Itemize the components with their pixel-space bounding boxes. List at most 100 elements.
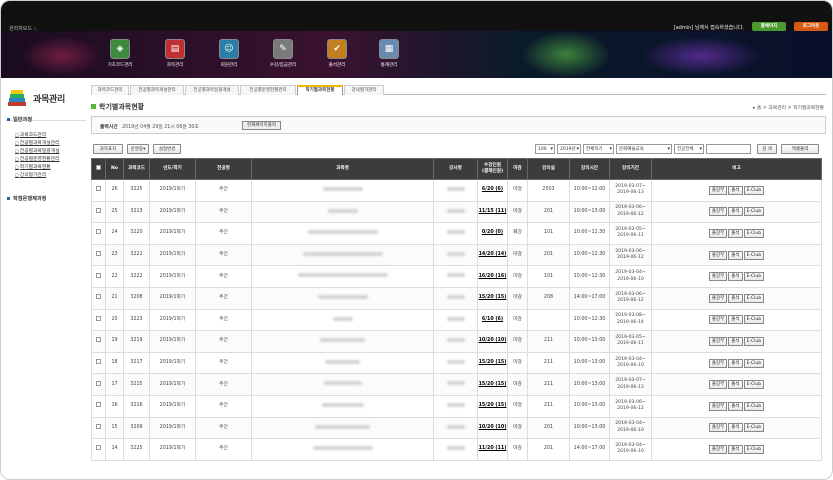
eclub-button[interactable]: E-Club [743, 358, 765, 368]
table-row[interactable]: 17 3215 2019/1학기 주간 15/20 (15) 마감 211 10:00~13:… [91, 373, 822, 396]
checkbox[interactable] [96, 251, 101, 257]
enroll-link[interactable]: 15/20 (15) [479, 403, 507, 408]
nav-item[interactable]: ◈ 기초코드관리 [96, 39, 144, 73]
enroll-link[interactable]: 10/20 (10) [479, 425, 507, 430]
cell-enroll[interactable]: 15/20 (15) [477, 286, 508, 310]
sidebar-item[interactable]: 강의평가관리 [15, 171, 46, 178]
enroll-link[interactable]: 6/10 (6) [482, 317, 503, 322]
select-all-checkbox[interactable] [91, 158, 106, 180]
checkbox[interactable] [96, 165, 101, 170]
sidebar-item[interactable]: 전공별과목개설관리 [15, 139, 60, 146]
checkbox[interactable] [96, 337, 101, 343]
sidebar-section-general[interactable]: 일반과정 [7, 116, 32, 123]
cell-enroll[interactable]: 11/20 (11) [477, 438, 508, 461]
checkbox[interactable] [96, 380, 101, 386]
row-checkbox-cell[interactable] [91, 330, 106, 353]
eclub-button[interactable]: E-Club [743, 336, 765, 346]
cell-enroll[interactable]: 15/20 (15) [477, 394, 508, 418]
lecture-log-button[interactable]: 출강부 [708, 185, 728, 195]
enroll-link[interactable]: 0/20 (0) [482, 230, 503, 235]
eclub-button[interactable]: E-Club [743, 207, 765, 217]
eclub-button[interactable]: E-Club [743, 293, 765, 303]
search-input[interactable] [706, 144, 751, 154]
checkbox[interactable] [96, 186, 101, 192]
table-row[interactable]: 21 3208 2019/1학기 주간 15/20 (15) 마감 208 14:00~17:… [91, 286, 822, 310]
nav-item[interactable]: ☺ 회원관리 [205, 39, 253, 73]
lecture-log-button[interactable]: 출강부 [708, 250, 728, 260]
sidebar-item[interactable]: 과목코드관리 [15, 131, 46, 138]
logout-button[interactable]: 로그아웃 [794, 22, 828, 31]
tab-subject-code[interactable]: 과목코드관리 [91, 85, 129, 95]
enroll-link[interactable]: 11/20 (11) [479, 446, 507, 451]
attendance-button[interactable]: 출석 [728, 444, 743, 454]
enroll-link[interactable]: 15/20 (15) [479, 295, 507, 300]
lecture-log-button[interactable]: 출강부 [708, 380, 728, 390]
eclub-button[interactable]: E-Club [743, 185, 765, 195]
table-row[interactable]: 18 3217 2019/1학기 주간 15/20 (15) 마감 211 10:00~13:… [91, 351, 822, 375]
status-filter-button[interactable]: 운영중▾ [127, 144, 149, 154]
table-row[interactable]: 14 3225 2019/1학기 주간 11/20 (11) 마감 201 14:00~17:… [91, 438, 822, 461]
eclub-button[interactable]: E-Club [743, 315, 765, 325]
table-row[interactable]: 23 3221 2019/1학기 주간 14/20 (14) 마감 201 10:00~12:… [91, 243, 822, 267]
search-button[interactable]: 검 색 [757, 144, 777, 154]
row-checkbox-cell[interactable] [91, 265, 106, 288]
subject-cover-button[interactable]: 과목표지 [93, 144, 123, 154]
row-checkbox-cell[interactable] [91, 308, 106, 332]
checkbox[interactable] [96, 445, 101, 451]
lecture-log-button[interactable]: 출강부 [708, 228, 728, 238]
eclub-button[interactable]: E-Club [743, 272, 765, 282]
enroll-link[interactable]: 10/20 (10) [479, 338, 507, 343]
page-size-select[interactable]: 100 [535, 144, 555, 154]
tab-lecture-eval[interactable]: 강의평가관리 [344, 85, 384, 95]
nav-item[interactable]: ✎ 수강/입금관리 [259, 39, 307, 73]
term-select[interactable]: 전체학기 [583, 144, 614, 154]
row-checkbox-cell[interactable] [91, 416, 106, 440]
enroll-link[interactable]: 11/15 (11) [479, 209, 507, 214]
table-row[interactable]: 25 3213 2019/1학기 주간 11/15 (11) 마감 201 10:00~13:… [91, 200, 822, 224]
row-checkbox-cell[interactable] [91, 394, 106, 418]
sidebar-section-credit-bank[interactable]: 학점은행제과정 [7, 195, 46, 202]
tab-bulk-open[interactable]: 전공별과목일괄개설 [185, 85, 239, 95]
attendance-button[interactable]: 출석 [728, 358, 743, 368]
print-page-button[interactable]: 현재페이지출력 [242, 121, 281, 130]
enroll-link[interactable]: 16/20 (16) [479, 274, 507, 279]
table-row[interactable]: 16 3216 2019/1학기 주간 15/20 (15) 마감 211 10:00~13:… [91, 394, 822, 418]
enroll-link[interactable]: 15/20 (15) [479, 382, 507, 387]
cell-enroll[interactable]: 0/20 (0) [477, 222, 508, 245]
cell-enroll[interactable]: 14/20 (14) [477, 243, 508, 267]
enroll-link[interactable]: 14/20 (14) [479, 252, 507, 257]
tab-major-open[interactable]: 전공별과목개설관리 [130, 85, 184, 95]
tab-operation-status[interactable]: 전공별운영현황관리 [240, 85, 296, 95]
checkbox[interactable] [96, 423, 101, 429]
lecture-log-button[interactable]: 출강부 [708, 358, 728, 368]
attendance-button[interactable]: 출석 [728, 228, 743, 238]
cell-enroll[interactable]: 11/15 (11) [477, 200, 508, 224]
eclub-button[interactable]: E-Club [743, 250, 765, 260]
table-row[interactable]: 24 3220 2019/1학기 주간 0/20 (0) 폐강 101 10:00~12:30… [91, 222, 822, 245]
row-checkbox-cell[interactable] [91, 200, 106, 224]
attendance-button[interactable]: 출석 [728, 401, 743, 411]
cell-enroll[interactable]: 15/20 (15) [477, 351, 508, 375]
sidebar-item[interactable]: 학기별과목현황 [15, 163, 51, 170]
checkbox[interactable] [96, 402, 101, 408]
nav-item[interactable]: ▦ 통계관리 [365, 39, 413, 73]
department-select[interactable]: 문화예술교육 [616, 144, 672, 154]
sidebar-item[interactable]: 전공별운영현황관리 [15, 155, 60, 162]
tab-semester-status[interactable]: 학기별과목현황 [297, 85, 343, 95]
enroll-link[interactable]: 6/20 (6) [482, 187, 503, 192]
checkbox[interactable] [96, 207, 101, 213]
attendance-button[interactable]: 출석 [728, 423, 743, 433]
eclub-button[interactable]: E-Club [743, 423, 765, 433]
excel-export-button[interactable]: 엑셀출력 [781, 144, 819, 154]
lecture-log-button[interactable]: 출강부 [708, 336, 728, 346]
checkbox[interactable] [96, 294, 101, 300]
eclub-button[interactable]: E-Club [743, 228, 765, 238]
nav-item[interactable]: ✔ 출석관리 [313, 39, 361, 73]
table-row[interactable]: 26 3225 2019/1학기 주간 6/20 (6) 마감 2503 10:00~12:0… [91, 179, 822, 202]
nav-item[interactable]: ▤ 과목관리 [151, 39, 199, 73]
lecture-log-button[interactable]: 출강부 [708, 272, 728, 282]
table-row[interactable]: 15 3209 2019/1학기 주간 10/20 (10) 마감 201 10:00~13:… [91, 416, 822, 440]
lecture-log-button[interactable]: 출강부 [708, 207, 728, 217]
eclub-button[interactable]: E-Club [743, 380, 765, 390]
attendance-button[interactable]: 출석 [728, 272, 743, 282]
